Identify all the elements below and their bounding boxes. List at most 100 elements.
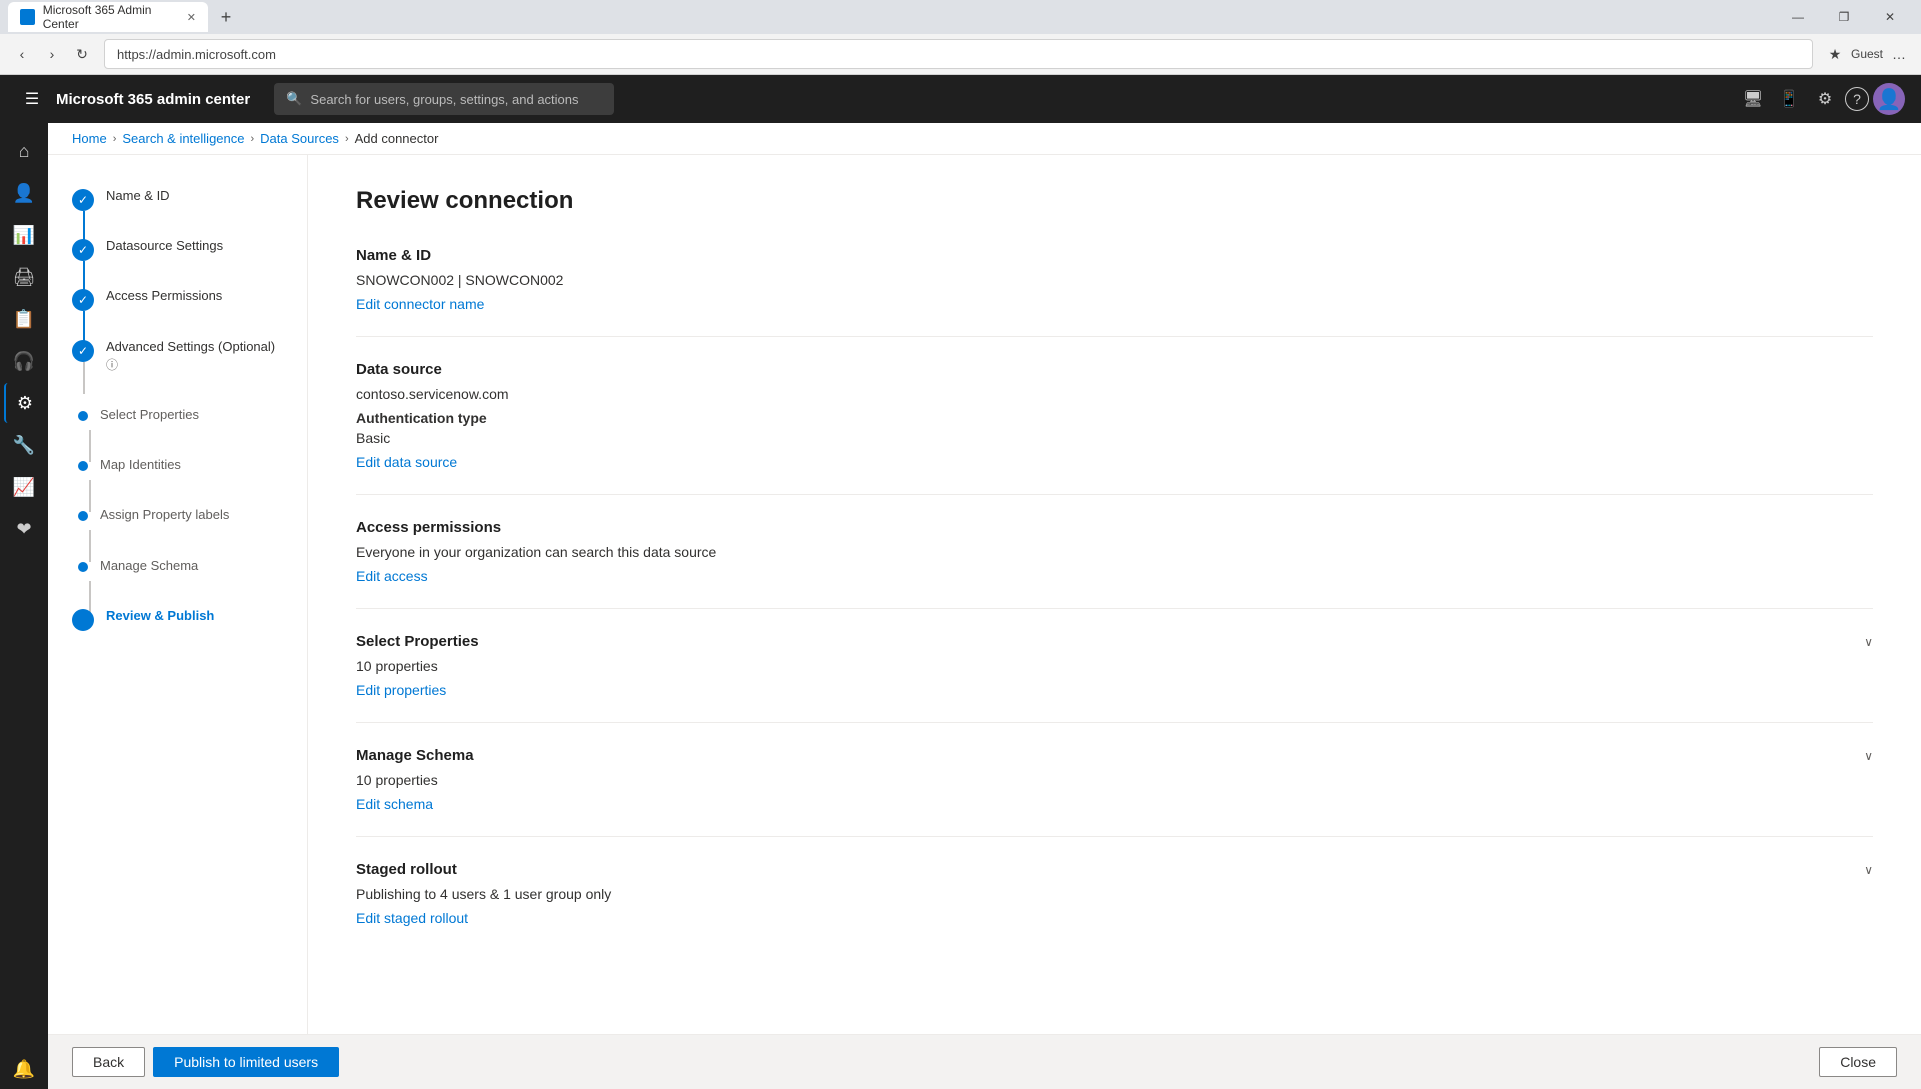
step-circle-2: ✓ bbox=[72, 239, 94, 261]
app-container: ☰ Microsoft 365 admin center 🔍 Search fo… bbox=[0, 75, 1921, 1089]
step-label-6: Map Identities bbox=[100, 456, 181, 506]
favorites-icon[interactable]: ★ bbox=[1821, 40, 1849, 68]
breadcrumb-data-sources[interactable]: Data Sources bbox=[260, 131, 339, 146]
address-bar[interactable]: https://admin.microsoft.com bbox=[104, 39, 1813, 69]
name-id-section-title: Name & ID bbox=[356, 247, 431, 264]
name-id-section-header: Name & ID bbox=[356, 247, 1873, 264]
hamburger-menu-button[interactable]: ☰ bbox=[16, 83, 48, 115]
nav-home-icon[interactable]: ⌂ bbox=[4, 131, 44, 171]
step-label-3: Access Permissions bbox=[106, 287, 222, 337]
step-name-id: ✓ Name & ID bbox=[72, 187, 283, 237]
review-manage-schema-section: Manage Schema ∨ 10 properties Edit schem… bbox=[356, 747, 1873, 837]
step-advanced-settings: ✓ Advanced Settings (Optional) ⓘ bbox=[72, 338, 283, 406]
help-icon[interactable]: ? bbox=[1845, 87, 1869, 111]
tab-title: Microsoft 365 Admin Center bbox=[43, 3, 179, 31]
step-manage-schema: Manage Schema bbox=[72, 557, 283, 607]
step-label-4: Advanced Settings (Optional) ⓘ bbox=[106, 338, 283, 406]
minimize-button[interactable]: — bbox=[1775, 0, 1821, 34]
topbar-right: 🖥 📱 ⚙ ? 👤 bbox=[1737, 83, 1905, 115]
close-button[interactable]: ✕ bbox=[1867, 0, 1913, 34]
more-options-icon[interactable]: … bbox=[1885, 40, 1913, 68]
monitor-icon[interactable]: 🖥 bbox=[1737, 83, 1769, 115]
left-nav: ⌂ 👤 📊 🖨 📋 🎧 ⚙ 🔧 📈 ❤ 🔔 bbox=[0, 123, 48, 1089]
breadcrumb-sep-2: › bbox=[251, 133, 255, 145]
step-label-1: Name & ID bbox=[106, 187, 170, 237]
step-datasource: ✓ Datasource Settings bbox=[72, 237, 283, 287]
edit-properties-link[interactable]: Edit properties bbox=[356, 682, 446, 698]
access-permissions-section-header: Access permissions bbox=[356, 519, 1873, 536]
search-placeholder: Search for users, groups, settings, and … bbox=[310, 92, 578, 107]
nav-users-icon[interactable]: 👤 bbox=[4, 173, 44, 213]
browser-titlebar: Microsoft 365 Admin Center ✕ + — ❐ ✕ bbox=[0, 0, 1921, 34]
nav-reports-icon[interactable]: 📋 bbox=[4, 299, 44, 339]
step-circle-8 bbox=[78, 562, 88, 572]
nav-health-icon[interactable]: ❤ bbox=[4, 509, 44, 549]
profile-label[interactable]: Guest bbox=[1853, 40, 1881, 68]
close-bottom-button[interactable]: Close bbox=[1819, 1047, 1897, 1077]
access-permissions-description: Everyone in your organization can search… bbox=[356, 544, 1873, 560]
forward-nav-button[interactable]: › bbox=[38, 40, 66, 68]
step-circle-6 bbox=[78, 461, 88, 471]
review-name-id-section: Name & ID SNOWCON002 | SNOWCON002 Edit c… bbox=[356, 247, 1873, 337]
step-map-identities: Map Identities bbox=[72, 456, 283, 506]
bottom-bar: Back Publish to limited users Close bbox=[48, 1034, 1921, 1089]
refresh-nav-button[interactable]: ↻ bbox=[68, 40, 96, 68]
step-select-properties: Select Properties bbox=[72, 406, 283, 456]
data-source-section-header: Data source bbox=[356, 361, 1873, 378]
edit-schema-link[interactable]: Edit schema bbox=[356, 796, 433, 812]
search-icon: 🔍 bbox=[286, 91, 302, 107]
breadcrumb-current: Add connector bbox=[355, 131, 439, 146]
manage-schema-chevron-icon[interactable]: ∨ bbox=[1864, 749, 1873, 763]
breadcrumb-home[interactable]: Home bbox=[72, 131, 107, 146]
step-circle-1: ✓ bbox=[72, 189, 94, 211]
back-nav-button[interactable]: ‹ bbox=[8, 40, 36, 68]
browser-chrome: Microsoft 365 Admin Center ✕ + — ❐ ✕ ‹ ›… bbox=[0, 0, 1921, 75]
auth-type-label: Authentication type bbox=[356, 410, 1873, 426]
review-title: Review connection bbox=[356, 187, 1873, 215]
select-properties-chevron-icon[interactable]: ∨ bbox=[1864, 635, 1873, 649]
staged-rollout-section-header: Staged rollout ∨ bbox=[356, 861, 1873, 878]
back-button[interactable]: Back bbox=[72, 1047, 145, 1077]
step-circle-7 bbox=[78, 511, 88, 521]
edit-staged-rollout-link[interactable]: Edit staged rollout bbox=[356, 910, 468, 926]
topbar-search[interactable]: 🔍 Search for users, groups, settings, an… bbox=[274, 83, 614, 115]
select-properties-section-title: Select Properties bbox=[356, 633, 479, 650]
new-tab-button[interactable]: + bbox=[212, 3, 240, 31]
step-circle-5 bbox=[78, 411, 88, 421]
restore-button[interactable]: ❐ bbox=[1821, 0, 1867, 34]
step-circle-9 bbox=[72, 609, 94, 631]
nav-tools-icon[interactable]: 🔧 bbox=[4, 425, 44, 465]
select-properties-section-header: Select Properties ∨ bbox=[356, 633, 1873, 650]
nav-activity-icon[interactable]: 📊 bbox=[4, 215, 44, 255]
edit-data-source-link[interactable]: Edit data source bbox=[356, 454, 457, 470]
steps-panel: ✓ Name & ID ✓ bbox=[48, 155, 308, 1034]
step-circle-3: ✓ bbox=[72, 289, 94, 311]
browser-tab[interactable]: Microsoft 365 Admin Center ✕ bbox=[8, 2, 208, 32]
nav-updates-icon[interactable]: 🔔 bbox=[4, 1049, 44, 1089]
tab-close-button[interactable]: ✕ bbox=[187, 11, 196, 24]
step-label-5: Select Properties bbox=[100, 406, 199, 456]
nav-analytics-icon[interactable]: 📈 bbox=[4, 467, 44, 507]
access-permissions-section-title: Access permissions bbox=[356, 519, 501, 536]
step-assign-labels: Assign Property labels bbox=[72, 506, 283, 556]
edit-connector-name-link[interactable]: Edit connector name bbox=[356, 296, 484, 312]
staged-rollout-chevron-icon[interactable]: ∨ bbox=[1864, 863, 1873, 877]
breadcrumb-sep-3: › bbox=[345, 133, 349, 145]
staged-rollout-section-title: Staged rollout bbox=[356, 861, 457, 878]
data-source-url: contoso.servicenow.com bbox=[356, 386, 1873, 402]
user-avatar[interactable]: 👤 bbox=[1873, 83, 1905, 115]
publish-button[interactable]: Publish to limited users bbox=[153, 1047, 339, 1077]
step-label-8: Manage Schema bbox=[100, 557, 198, 607]
edit-access-link[interactable]: Edit access bbox=[356, 568, 428, 584]
nav-support-icon[interactable]: 🎧 bbox=[4, 341, 44, 381]
review-data-source-section: Data source contoso.servicenow.com Authe… bbox=[356, 361, 1873, 495]
mobile-icon[interactable]: 📱 bbox=[1773, 83, 1805, 115]
nav-print-icon[interactable]: 🖨 bbox=[4, 257, 44, 297]
breadcrumb-search-intelligence[interactable]: Search & intelligence bbox=[122, 131, 244, 146]
nav-buttons: ‹ › ↻ bbox=[8, 40, 96, 68]
review-staged-rollout-section: Staged rollout ∨ Publishing to 4 users &… bbox=[356, 861, 1873, 950]
nav-settings-icon[interactable]: ⚙ bbox=[4, 383, 44, 423]
app-body: ⌂ 👤 📊 🖨 📋 🎧 ⚙ 🔧 📈 ❤ 🔔 Home › Search & in… bbox=[0, 123, 1921, 1089]
settings-topbar-icon[interactable]: ⚙ bbox=[1809, 83, 1841, 115]
manage-schema-count: 10 properties bbox=[356, 772, 1873, 788]
